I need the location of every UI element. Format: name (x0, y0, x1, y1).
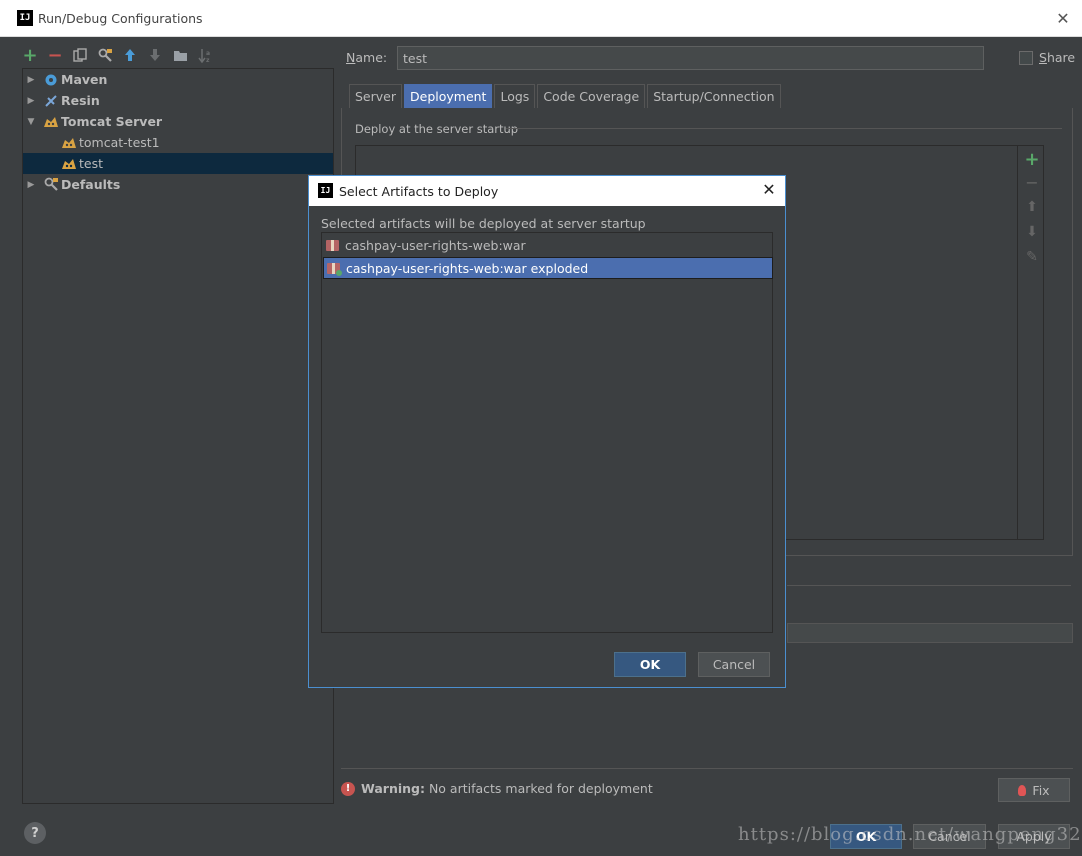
tab-code-coverage[interactable]: Code Coverage (537, 84, 646, 108)
svg-text:z: z (206, 57, 210, 63)
tree-item-label: Maven (61, 72, 108, 87)
war-artifact-icon (326, 238, 340, 252)
share-label: Share (1039, 50, 1076, 65)
window-close-icon[interactable]: ✕ (1052, 8, 1074, 30)
move-up-icon[interactable]: ⬆ (1024, 199, 1040, 215)
dialog-description: Selected artifacts will be deployed at s… (321, 216, 646, 231)
tab-server[interactable]: Server (349, 84, 402, 108)
tomcat-icon (61, 135, 77, 151)
wrench-icon (43, 177, 59, 193)
tree-item-test[interactable]: test (23, 153, 333, 174)
dialog-ok-button[interactable]: OK (614, 652, 686, 677)
artifact-label: cashpay-user-rights-web:war exploded (346, 260, 589, 276)
error-icon: ! (341, 781, 355, 796)
name-label: Name: (346, 50, 388, 65)
artifact-item-selected[interactable]: cashpay-user-rights-web:war exploded (323, 257, 773, 279)
expand-arrow-icon[interactable]: ▶ (25, 75, 37, 85)
sort-icon[interactable]: az (197, 47, 213, 63)
fix-button[interactable]: Fix (998, 778, 1070, 802)
name-input[interactable] (397, 46, 984, 70)
expand-arrow-icon[interactable]: ▶ (25, 96, 37, 106)
tree-item-tomcat-server[interactable]: ▼ Tomcat Server (25, 111, 335, 132)
tree-item-resin[interactable]: ▶ Resin (25, 90, 335, 111)
move-down-icon[interactable] (147, 47, 163, 63)
fix-label: Fix (1032, 782, 1050, 798)
tomcat-icon (43, 114, 59, 130)
folder-icon[interactable] (172, 47, 188, 63)
section-divider (341, 768, 1073, 769)
tab-startup-connection[interactable]: Startup/Connection (647, 84, 781, 108)
move-up-icon[interactable] (122, 47, 138, 63)
warning-message: ! Warning: No artifacts marked for deplo… (341, 781, 653, 796)
war-exploded-artifact-icon (327, 261, 342, 276)
dialog-close-icon[interactable]: ✕ (759, 180, 779, 200)
remove-icon[interactable]: − (47, 45, 63, 66)
tree-item-label: Resin (61, 93, 100, 108)
config-toolbar: + − az (22, 44, 213, 66)
add-icon[interactable]: + (1024, 149, 1040, 170)
artifact-item[interactable]: cashpay-user-rights-web:war (323, 234, 773, 256)
add-icon[interactable]: + (22, 45, 38, 66)
remove-icon[interactable]: − (1024, 173, 1040, 192)
deploy-section-label: Deploy at the server startup (355, 122, 519, 136)
config-tree[interactable]: ▶ Maven ▶ Resin ▼ Tomcat Server tomcat-t… (22, 68, 334, 804)
edit-defaults-icon[interactable] (97, 47, 113, 63)
window-title: Run/Debug Configurations (38, 11, 203, 26)
config-tabs: Server Deployment Logs Code Coverage Sta… (349, 84, 783, 108)
text-field[interactable] (787, 623, 1073, 643)
tab-logs[interactable]: Logs (494, 84, 536, 108)
section-divider (506, 128, 1062, 129)
tomcat-icon (61, 156, 77, 172)
tree-item-label: Defaults (61, 177, 121, 192)
dialog-cancel-button[interactable]: Cancel (698, 652, 770, 677)
artifact-list[interactable]: cashpay-user-rights-web:war cashpay-user… (321, 232, 773, 633)
dialog-titlebar: IJ Select Artifacts to Deploy ✕ (309, 176, 785, 206)
share-checkbox[interactable] (1019, 50, 1033, 65)
tree-item-maven[interactable]: ▶ Maven (25, 69, 335, 90)
tree-item-tomcat-test1[interactable]: tomcat-test1 (61, 132, 333, 153)
intellij-logo-icon: IJ (17, 10, 33, 26)
select-artifacts-dialog: IJ Select Artifacts to Deploy ✕ Selected… (308, 175, 786, 688)
deploy-list-toolbar: + − ⬆ ⬇ ✎ (1017, 145, 1044, 540)
copy-icon[interactable] (72, 47, 88, 63)
intellij-logo-icon: IJ (318, 183, 333, 198)
watermark: https://blog.csdn.net/wangpeng322 (738, 824, 1082, 845)
resin-icon (43, 93, 59, 109)
lightbulb-icon (1018, 784, 1027, 796)
share-checkbox-group[interactable]: Share (1019, 50, 1075, 65)
tab-deployment[interactable]: Deployment (404, 84, 493, 108)
move-down-icon[interactable]: ⬇ (1024, 224, 1040, 240)
dialog-title: Select Artifacts to Deploy (339, 184, 499, 199)
tree-item-label: test (79, 156, 104, 171)
expand-arrow-icon[interactable]: ▶ (25, 180, 37, 190)
collapse-arrow-icon[interactable]: ▼ (25, 117, 37, 127)
maven-icon (43, 72, 59, 88)
tree-item-defaults[interactable]: ▶ Defaults (25, 174, 335, 195)
tree-item-label: tomcat-test1 (79, 135, 160, 150)
edit-pencil-icon[interactable]: ✎ (1024, 249, 1040, 265)
svg-text:a: a (206, 50, 210, 57)
artifact-label: cashpay-user-rights-web:war (345, 237, 526, 253)
tree-item-label: Tomcat Server (61, 114, 163, 129)
window-titlebar: IJ Run/Debug Configurations ✕ (0, 0, 1082, 37)
section-divider (787, 585, 1071, 586)
warning-title: Warning: (361, 781, 425, 796)
warning-text: No artifacts marked for deployment (424, 781, 653, 796)
help-icon[interactable]: ? (24, 822, 46, 844)
